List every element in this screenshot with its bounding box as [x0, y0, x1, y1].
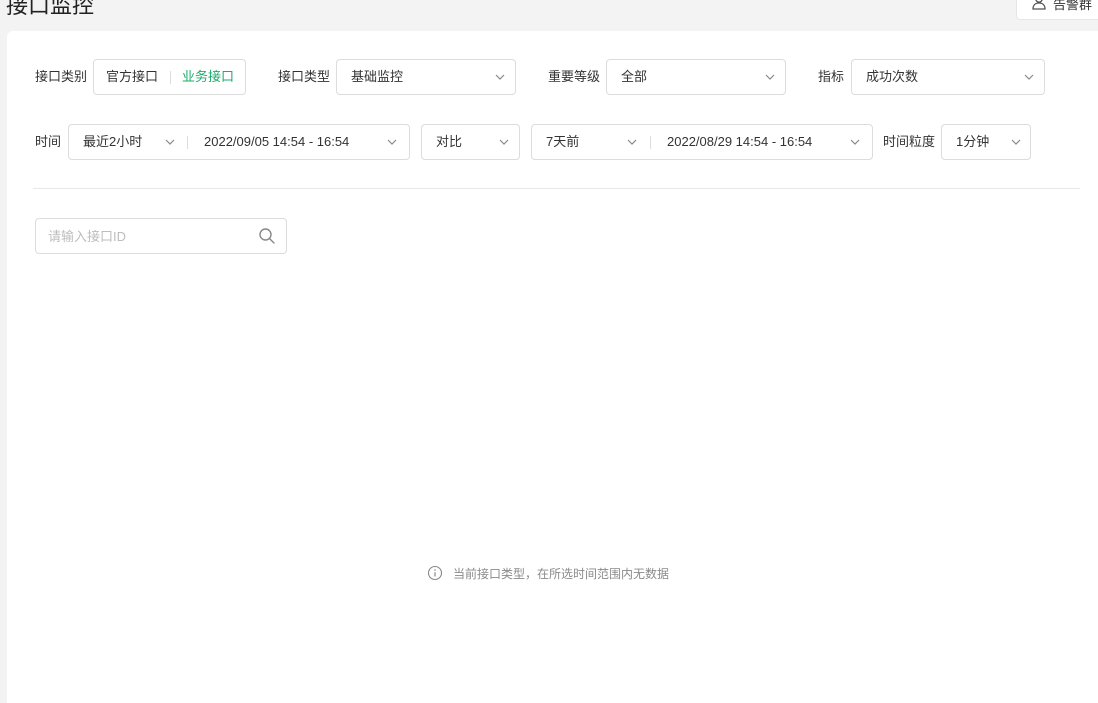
chevron-down-icon — [850, 139, 860, 145]
chevron-down-icon — [387, 139, 397, 145]
compare-time-picker[interactable]: 7天前 2022/08/29 14:54 - 16:54 — [531, 124, 873, 160]
page-title: 接口监控 — [6, 0, 95, 18]
info-icon — [427, 565, 443, 581]
level-label: 重要等级 — [548, 69, 601, 84]
interface-search — [35, 218, 287, 254]
granularity-select[interactable]: 1分钟 — [941, 124, 1031, 160]
granularity-value: 1分钟 — [956, 134, 990, 149]
chevron-down-icon — [495, 74, 505, 80]
compare-range-value[interactable]: 2022/08/29 14:54 - 16:54 — [667, 125, 812, 159]
level-select[interactable]: 全部 — [606, 59, 786, 95]
granularity-label: 时间粒度 — [883, 134, 936, 149]
picker-divider — [650, 136, 651, 149]
compare-select[interactable]: 对比 — [421, 124, 520, 160]
time-preset-value[interactable]: 最近2小时 — [83, 125, 142, 159]
metric-select[interactable]: 成功次数 — [851, 59, 1045, 95]
main-card: 接口类别 官方接口 业务接口 接口类型 基础监控 重要等级 全部 指标 成功次数… — [7, 31, 1098, 703]
alert-group-label: 告警群 — [1053, 0, 1093, 12]
chevron-down-icon — [1011, 139, 1021, 145]
picker-divider — [187, 136, 188, 149]
metric-value: 成功次数 — [866, 69, 919, 84]
metric-label: 指标 — [818, 69, 845, 84]
segment-divider — [170, 71, 171, 84]
chevron-down-icon — [627, 139, 637, 145]
section-divider — [33, 188, 1080, 189]
chevron-down-icon — [165, 139, 175, 145]
type-label: 接口类型 — [278, 69, 331, 84]
category-label: 接口类别 — [35, 69, 88, 84]
empty-state: 当前接口类型，在所选时间范围内无数据 — [427, 563, 669, 583]
alert-group-button[interactable]: 告警群 — [1016, 0, 1098, 20]
empty-state-message: 当前接口类型，在所选时间范围内无数据 — [453, 566, 670, 581]
group-icon — [1031, 0, 1049, 14]
time-label: 时间 — [35, 134, 62, 149]
compare-preset-value[interactable]: 7天前 — [546, 125, 579, 159]
time-range-value[interactable]: 2022/09/05 14:54 - 16:54 — [204, 125, 349, 159]
category-option-official[interactable]: 官方接口 — [106, 60, 158, 94]
search-icon[interactable] — [258, 227, 276, 245]
compare-value: 对比 — [436, 134, 463, 149]
chevron-down-icon — [765, 74, 775, 80]
level-value: 全部 — [621, 69, 648, 84]
time-range-picker[interactable]: 最近2小时 2022/09/05 14:54 - 16:54 — [68, 124, 410, 160]
category-option-business[interactable]: 业务接口 — [182, 60, 234, 94]
chevron-down-icon — [499, 139, 509, 145]
search-input[interactable] — [48, 226, 248, 246]
chevron-down-icon — [1024, 74, 1034, 80]
category-segmented: 官方接口 业务接口 — [93, 59, 246, 95]
type-value: 基础监控 — [351, 69, 404, 84]
type-select[interactable]: 基础监控 — [336, 59, 516, 95]
